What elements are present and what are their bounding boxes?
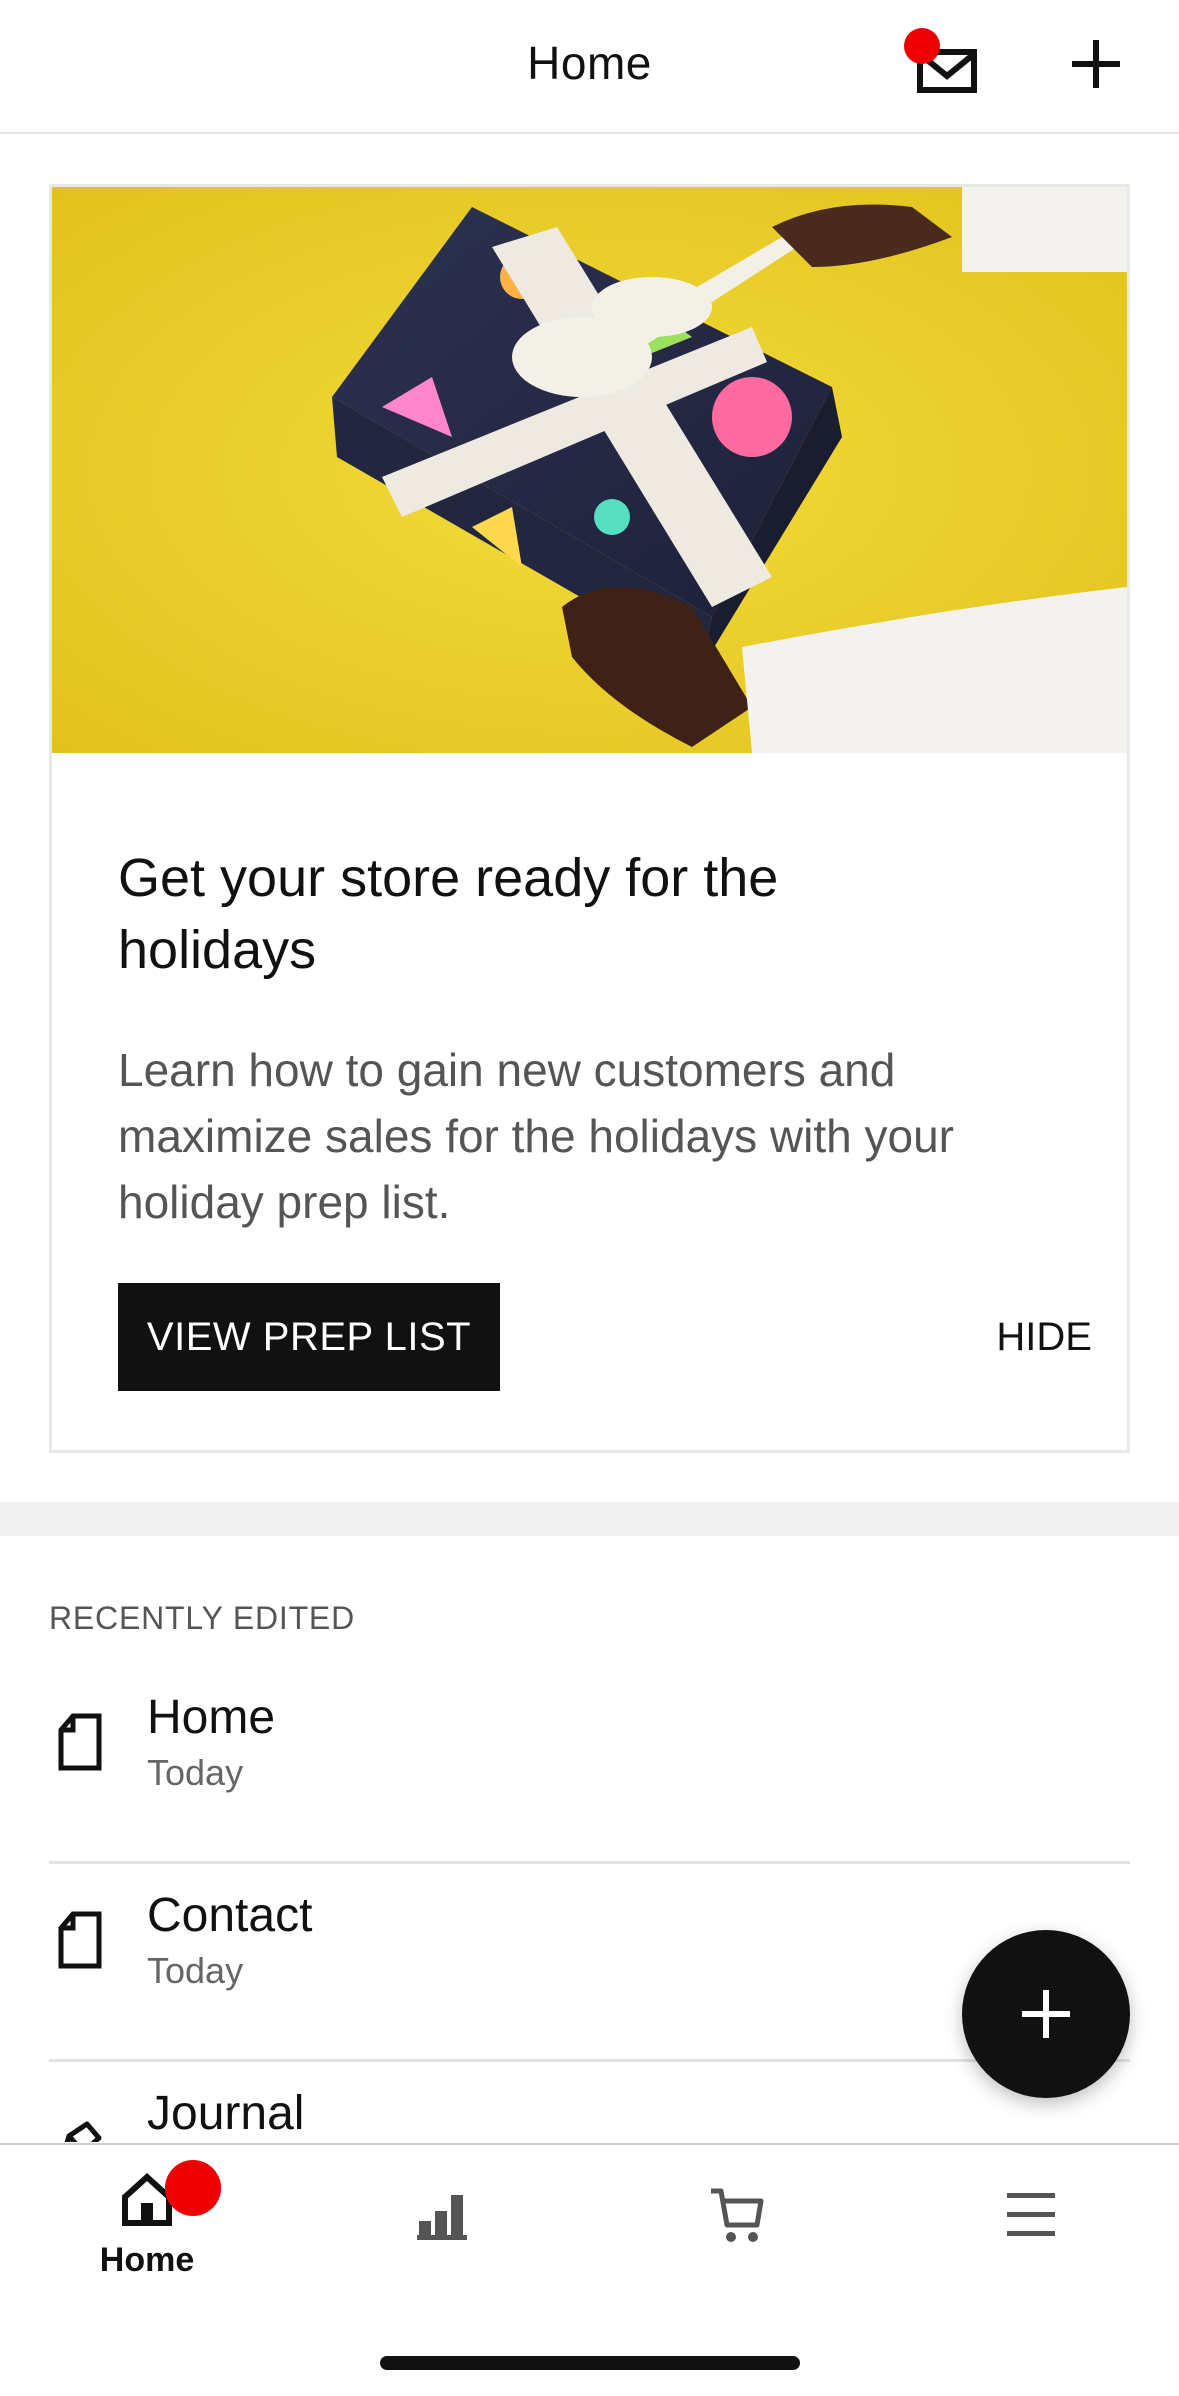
page-title: Home <box>527 37 652 89</box>
menu-icon <box>1007 2193 1055 2236</box>
page-icon <box>58 1713 102 1771</box>
cart-icon <box>711 2188 764 2242</box>
list-item-subtitle: Today <box>147 1950 244 1991</box>
section-divider <box>0 1502 1179 1536</box>
top-bar: Home <box>0 0 1179 134</box>
tab-commerce[interactable] <box>662 2145 812 2285</box>
hide-button[interactable]: HIDE <box>962 1297 1092 1377</box>
holiday-promo-card: Get your store ready for the holidays Le… <box>49 184 1130 1453</box>
tab-home-label: Home <box>99 2241 195 2279</box>
list-item[interactable]: Home Today <box>49 1666 1130 1864</box>
home-indicator[interactable] <box>380 2356 800 2370</box>
list-item-title: Journal <box>147 2087 305 2140</box>
blog-pen-icon <box>64 2121 102 2142</box>
add-button[interactable] <box>1068 36 1124 92</box>
promo-title: Get your store ready for the holidays <box>118 848 779 980</box>
gift-box-photo <box>52 187 1127 753</box>
add-fab-button[interactable] <box>962 1930 1130 2098</box>
plus-icon <box>1022 1990 1070 2038</box>
recently-edited-heading: RECENTLY EDITED <box>49 1600 355 1636</box>
list-item-title: Home <box>147 1691 276 1744</box>
list-item-title: Contact <box>147 1889 313 1942</box>
tab-menu[interactable] <box>956 2145 1106 2285</box>
view-prep-list-button[interactable]: VIEW PREP LIST <box>118 1283 500 1391</box>
page-icon <box>58 1911 102 1969</box>
tab-analytics[interactable] <box>368 2145 518 2285</box>
analytics-icon <box>417 2195 467 2240</box>
promo-description: Learn how to gain new customers and maxi… <box>118 1044 954 1228</box>
plus-icon <box>1072 40 1120 88</box>
notification-badge <box>904 28 940 64</box>
list-item-subtitle: Today <box>147 1752 244 1793</box>
home-notification-badge <box>165 2160 221 2216</box>
